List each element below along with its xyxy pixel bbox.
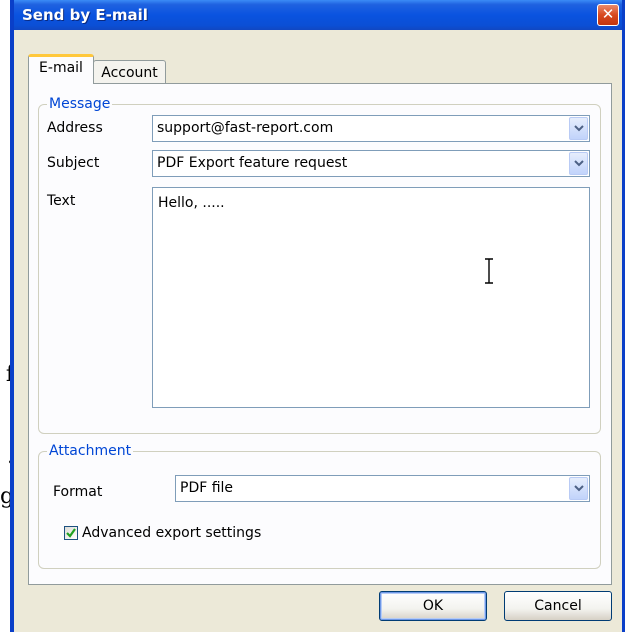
chevron-down-icon: [574, 160, 584, 167]
subject-combobox[interactable]: PDF Export feature request: [152, 150, 590, 177]
close-button[interactable]: ✕: [597, 4, 619, 26]
close-icon: ✕: [601, 5, 615, 23]
advanced-settings-checkbox[interactable]: [64, 526, 78, 540]
format-dropdown-button[interactable]: [569, 477, 588, 500]
format-combobox[interactable]: PDF file: [175, 475, 590, 502]
title-bar[interactable]: Send by E-mail ✕: [14, 0, 622, 30]
tab-email[interactable]: E-mail: [28, 54, 94, 84]
message-textarea[interactable]: Hello, .....: [152, 187, 590, 408]
send-email-dialog: Send by E-mail ✕ E-mail Account Message …: [10, 0, 625, 632]
ok-button[interactable]: OK: [379, 591, 487, 621]
chevron-down-icon: [574, 125, 584, 132]
window-title: Send by E-mail: [22, 6, 148, 24]
format-value: PDF file: [180, 480, 234, 496]
checkmark-icon: [66, 528, 76, 538]
tab-account[interactable]: Account: [93, 60, 166, 85]
tab-email-label: E-mail: [39, 60, 83, 76]
message-text: Hello, .....: [158, 195, 225, 211]
address-value: support@fast-report.com: [157, 120, 334, 136]
advanced-settings-label[interactable]: Advanced export settings: [82, 523, 261, 543]
text-label: Text: [47, 193, 76, 209]
address-label: Address: [47, 120, 103, 136]
attachment-group: Attachment Format PDF file Advanced expo…: [38, 442, 601, 569]
text-cursor-icon: [485, 258, 493, 284]
subject-value: PDF Export feature request: [157, 155, 348, 171]
address-dropdown-button[interactable]: [569, 117, 588, 140]
message-group: Message Address support@fast-report.com …: [38, 95, 601, 434]
cancel-label: Cancel: [534, 598, 582, 614]
message-legend: Message: [47, 95, 113, 113]
subject-label: Subject: [47, 155, 100, 171]
format-label: Format: [53, 484, 103, 500]
address-combobox[interactable]: support@fast-report.com: [152, 115, 590, 142]
chevron-down-icon: [574, 485, 584, 492]
cancel-button[interactable]: Cancel: [504, 591, 612, 621]
attachment-legend: Attachment: [47, 442, 134, 460]
email-tab-panel: Message Address support@fast-report.com …: [28, 83, 612, 585]
ok-label: OK: [422, 598, 444, 614]
tab-account-label: Account: [101, 65, 158, 81]
subject-dropdown-button[interactable]: [569, 152, 588, 175]
